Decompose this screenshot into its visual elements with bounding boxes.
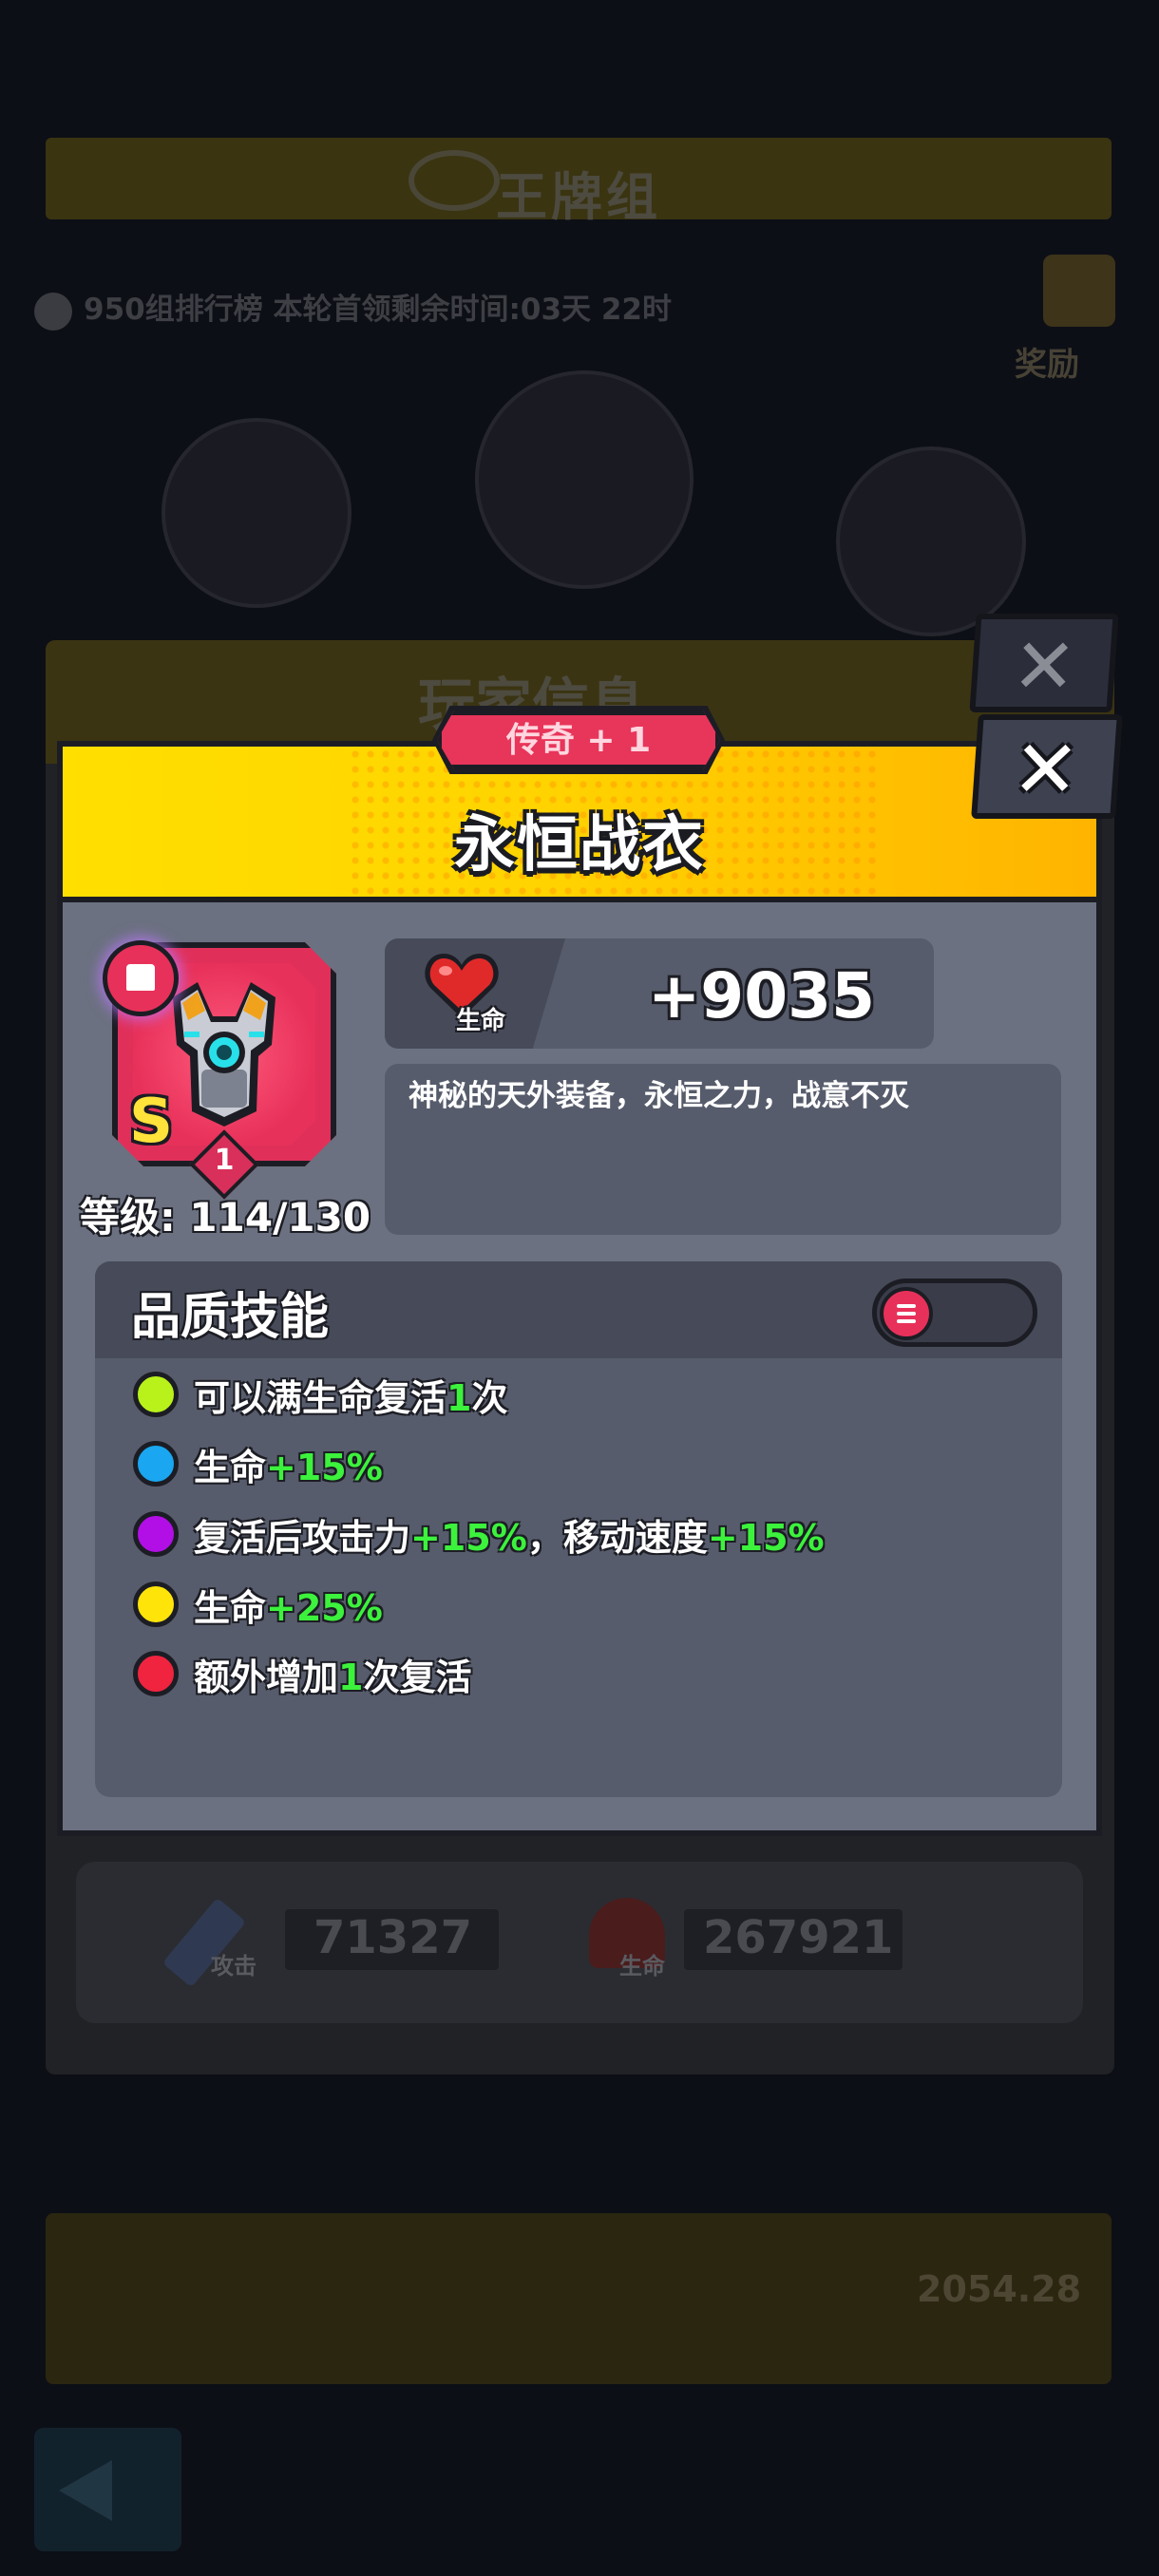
armor-type-icon bbox=[103, 940, 179, 1016]
skill-row: 可以满生命复活1次 bbox=[133, 1368, 507, 1421]
bg-life-value: 267921 bbox=[703, 1911, 894, 1964]
grade-badge: S bbox=[129, 1087, 174, 1157]
skill-dot-icon bbox=[133, 1651, 179, 1696]
skill-row: 生命+25% bbox=[133, 1578, 383, 1631]
skill-row: 生命+15% bbox=[133, 1437, 383, 1490]
bg-coin-icon bbox=[34, 292, 72, 331]
bg-gift-icon bbox=[1043, 255, 1115, 327]
back-arrow-icon bbox=[59, 2460, 112, 2521]
stat-label: 生命 bbox=[456, 1007, 506, 1035]
menu-icon[interactable] bbox=[880, 1287, 933, 1340]
close-button[interactable]: ✕ bbox=[971, 714, 1123, 819]
skill-text: 生命+15% bbox=[194, 1446, 383, 1488]
rarity-label: 传奇 + 1 bbox=[505, 721, 652, 760]
bg-podium-2 bbox=[162, 418, 352, 608]
back-close-button[interactable]: ✕ bbox=[969, 614, 1119, 712]
skill-dot-icon bbox=[133, 1511, 179, 1557]
skill-text: 复活后攻击力+15%，移动速度+15% bbox=[194, 1516, 825, 1559]
stat-value: +9035 bbox=[648, 959, 875, 1032]
equipment-description: 神秘的天外装备，永恒之力，战意不灭 bbox=[408, 1079, 909, 1113]
armor-icon bbox=[173, 982, 276, 1127]
bg-title-bar: 王牌组 bbox=[46, 138, 1112, 227]
bg-medal-icon bbox=[408, 150, 500, 211]
close-icon: ✕ bbox=[1009, 723, 1083, 816]
bg-bottom-value: 2054.28 bbox=[917, 2268, 1082, 2310]
skill-dot-icon bbox=[133, 1582, 179, 1627]
equipment-name: 永恒战衣 bbox=[454, 810, 705, 881]
skill-dot-icon bbox=[133, 1441, 179, 1487]
skill-row: 复活后攻击力+15%，移动速度+15% bbox=[133, 1507, 825, 1561]
bg-life-label: 生命 bbox=[619, 1953, 665, 1979]
skill-text: 可以满生命复活1次 bbox=[194, 1376, 508, 1419]
bg-attack-value: 71327 bbox=[314, 1911, 472, 1964]
skill-text: 额外增加1次复活 bbox=[194, 1656, 472, 1698]
skill-row: 额外增加1次复活 bbox=[133, 1647, 471, 1700]
skill-text: 生命+25% bbox=[194, 1586, 383, 1629]
skills-title: 品质技能 bbox=[131, 1289, 330, 1346]
close-icon: ✕ bbox=[1009, 622, 1080, 710]
skill-dot-icon bbox=[133, 1372, 179, 1417]
bg-attack-label: 攻击 bbox=[211, 1953, 256, 1979]
equipment-level: 等级: 114/130 bbox=[80, 1194, 371, 1241]
bg-podium-1 bbox=[475, 370, 694, 589]
bg-gift-label: 奖励 bbox=[1015, 346, 1079, 384]
star-count: 1 bbox=[214, 1144, 235, 1177]
bg-rank-text: 950组排行榜 本轮首领剩余时间:03天 22时 bbox=[84, 293, 672, 327]
bg-title: 王牌组 bbox=[496, 167, 661, 227]
bg-rank-line: 950组排行榜 本轮首领剩余时间:03天 22时 bbox=[34, 285, 672, 331]
bg-podium-3 bbox=[836, 446, 1026, 636]
